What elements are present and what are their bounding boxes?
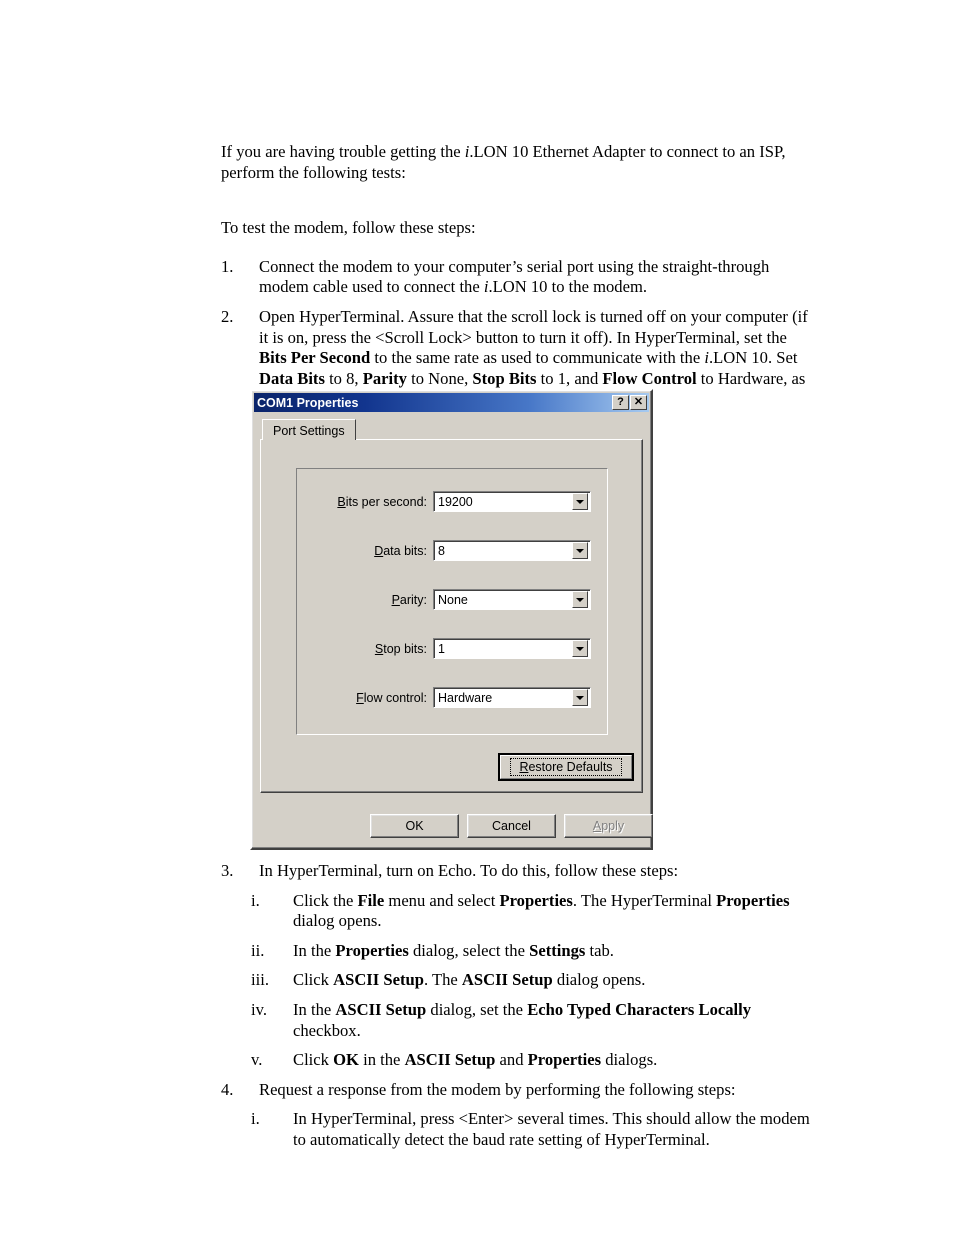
list-item-3-ii: ii. In the Properties dialog, select the… (221, 941, 813, 962)
field-flow-control: Flow control: Hardware (297, 687, 609, 708)
document-body-lower: 3. In HyperTerminal, turn on Echo. To do… (221, 861, 813, 1151)
label-rest: low control: (363, 690, 427, 705)
list-item-4-i: i. In HyperTerminal, press <Enter> sever… (221, 1109, 813, 1150)
flow-control-value: Hardware (438, 690, 493, 705)
label-rest: top bits: (383, 641, 427, 656)
list-marker: 2. (221, 306, 234, 326)
tab-port-settings[interactable]: Port Settings (262, 419, 356, 440)
document-body: If you are having trouble getting the i.… (221, 142, 813, 410)
chevron-down-icon[interactable] (572, 640, 588, 657)
label-rest: its per second: (345, 494, 427, 509)
restore-defaults-button[interactable]: Restore Defaults (498, 753, 634, 781)
flow-control-combobox[interactable]: Hardware (433, 687, 591, 708)
dialog-title: COM1 Properties (257, 395, 359, 410)
restore-defaults-label: Restore Defaults (510, 758, 622, 776)
list-marker: ii. (251, 940, 265, 960)
list-item-step-3: 3. In HyperTerminal, turn on Echo. To do… (221, 861, 813, 882)
ok-button[interactable]: OK (370, 814, 459, 838)
list-marker: i. (251, 1109, 260, 1129)
list-item-text: Click the File menu and select Propertie… (293, 890, 790, 931)
list-marker: 4. (221, 1079, 234, 1099)
parity-combobox[interactable]: None (433, 589, 591, 610)
list-marker: i. (251, 890, 260, 910)
list-item-text: Click ASCII Setup. The ASCII Setup dialo… (293, 970, 646, 990)
list-item-text: In the ASCII Setup dialog, set the Echo … (293, 999, 752, 1040)
list-item-3-iv: iv. In the ASCII Setup dialog, set the E… (221, 1000, 813, 1041)
list-item-text: In the Properties dialog, select the Set… (293, 940, 614, 960)
intro-paragraph: If you are having trouble getting the i.… (221, 142, 811, 183)
list-item-text: Connect the modem to your computer’s ser… (259, 256, 770, 297)
list-item-step-4: 4. Request a response from the modem by … (221, 1080, 813, 1101)
bits-per-second-value: 19200 (438, 494, 473, 509)
stop-bits-combobox[interactable]: 1 (433, 638, 591, 659)
list-item-step-1: 1. Connect the modem to your computer’s … (221, 257, 813, 298)
settings-groupbox: Bits per second: 19200 Data bits: 8 Pari… (296, 468, 608, 735)
data-bits-combobox[interactable]: 8 (433, 540, 591, 561)
chevron-down-icon[interactable] (572, 542, 588, 559)
chevron-down-icon[interactable] (572, 689, 588, 706)
parity-label: Parity: (297, 593, 433, 607)
accel-char: F (356, 690, 364, 705)
bits-per-second-label: Bits per second: (297, 495, 433, 509)
accel-char: A (592, 819, 602, 833)
accel-char: P (391, 592, 400, 607)
apply-button: Apply (564, 814, 653, 838)
list-marker: v. (251, 1050, 263, 1070)
list-item-text: In HyperTerminal, turn on Echo. To do th… (259, 861, 679, 880)
list-marker: iv. (251, 999, 267, 1019)
flow-control-label: Flow control: (297, 691, 433, 705)
help-icon[interactable]: ? (612, 395, 629, 410)
label-rest: estore Defaults (528, 760, 613, 774)
list-marker: 3. (221, 861, 234, 880)
list-item-text: Request a response from the modem by per… (259, 1079, 736, 1099)
label-rest: pply (601, 819, 625, 833)
field-stop-bits: Stop bits: 1 (297, 638, 609, 659)
close-icon[interactable]: ✕ (630, 395, 647, 410)
list-item-3-iii: iii. Click ASCII Setup. The ASCII Setup … (221, 970, 813, 991)
dialog-titlebar[interactable]: COM1 Properties ? ✕ (254, 393, 649, 412)
bits-per-second-combobox[interactable]: 19200 (433, 491, 591, 512)
data-bits-label: Data bits: (297, 544, 433, 558)
list-item-text: Click OK in the ASCII Setup and Properti… (293, 1050, 658, 1070)
stop-bits-label: Stop bits: (297, 642, 433, 656)
list-item-3-v: v. Click OK in the ASCII Setup and Prope… (221, 1050, 813, 1071)
cancel-button[interactable]: Cancel (467, 814, 556, 838)
com1-properties-dialog: COM1 Properties ? ✕ Port Settings Bits p… (250, 389, 653, 850)
list-item-text: In HyperTerminal, press <Enter> several … (293, 1109, 810, 1149)
accel-char: B (337, 494, 346, 509)
accel-char: S (374, 641, 384, 656)
document-page: If you are having trouble getting the i.… (0, 0, 954, 1235)
accel-char: D (374, 543, 384, 558)
lead-in-paragraph: To test the modem, follow these steps: (221, 218, 476, 238)
field-data-bits: Data bits: 8 (297, 540, 609, 561)
list-marker: 1. (221, 256, 234, 276)
intro-text-before: If you are having trouble getting the (221, 142, 465, 161)
label-rest: arity: (399, 592, 427, 607)
field-parity: Parity: None (297, 589, 609, 610)
stop-bits-value: 1 (438, 641, 445, 656)
apply-label: Apply (593, 819, 624, 833)
port-settings-panel: Bits per second: 19200 Data bits: 8 Pari… (260, 439, 643, 793)
data-bits-value: 8 (438, 543, 445, 558)
label-rest: ata bits: (383, 543, 427, 558)
field-bits-per-second: Bits per second: 19200 (297, 491, 609, 512)
chevron-down-icon[interactable] (572, 591, 588, 608)
list-item-3-i: i. Click the File menu and select Proper… (221, 891, 813, 932)
parity-value: None (438, 592, 468, 607)
list-marker: iii. (251, 970, 269, 990)
chevron-down-icon[interactable] (572, 493, 588, 510)
